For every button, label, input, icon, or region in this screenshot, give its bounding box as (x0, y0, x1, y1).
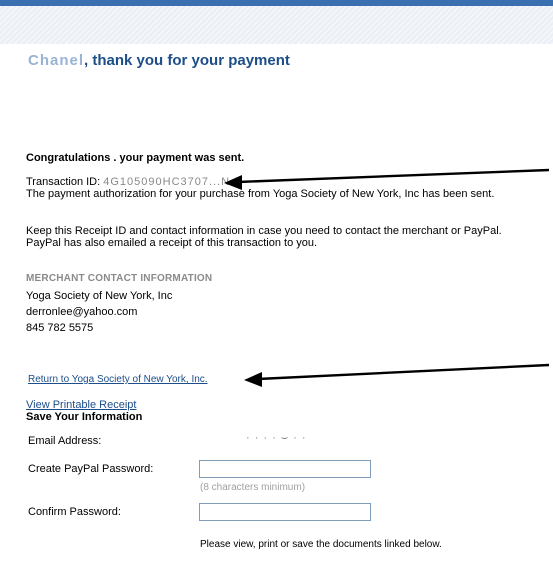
arrow-head-transaction (224, 175, 242, 190)
arrow-head-return (244, 372, 262, 387)
arrow-line-return (257, 363, 550, 381)
arrow-line-transaction (237, 168, 550, 184)
annotation-arrows (224, 168, 550, 387)
